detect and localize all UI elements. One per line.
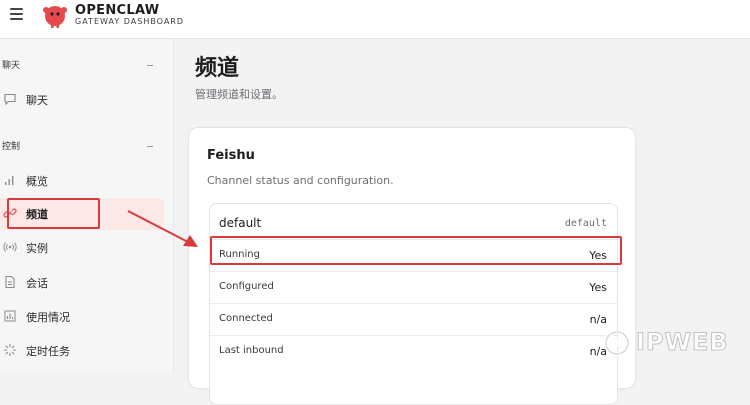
status-key: Last inbound: [219, 345, 284, 356]
status-key: Connected: [219, 313, 273, 324]
running-row-highlight-box: [210, 236, 622, 265]
account-status-panel: default default Running Yes Configured Y…: [209, 203, 618, 405]
account-id: default: [564, 218, 607, 229]
sidebar-item-label: 实例: [26, 242, 48, 255]
watermark-text: IPWEB: [636, 328, 729, 357]
account-name: default: [219, 216, 262, 230]
brand-title: OPENCLAW: [75, 3, 160, 18]
sidebar-highlight-box: [7, 198, 100, 229]
status-row-last-inbound: Last inbound n/a: [210, 335, 617, 368]
logo-icon: [43, 6, 67, 28]
sidebar-item-chat[interactable]: 聊天: [0, 84, 164, 116]
page-title: 频道: [195, 56, 240, 81]
sidebar-section-control-label: 控制: [2, 142, 21, 152]
chart-bars-icon: [4, 310, 16, 322]
annotation-arrow-icon: [127, 210, 198, 247]
card-title: Feishu: [207, 148, 255, 163]
loader-icon: [3, 343, 17, 357]
broadcast-icon: [3, 242, 17, 252]
status-value: Yes: [589, 281, 607, 294]
collapse-section-chat-icon[interactable]: [147, 65, 153, 66]
card-description: Channel status and configuration.: [207, 174, 394, 187]
sidebar-item-scheduled-tasks[interactable]: 定时任务: [0, 335, 164, 367]
chat-bubble-icon: [4, 93, 16, 106]
document-icon: [5, 275, 15, 289]
sidebar-item-label: 聊天: [26, 94, 48, 107]
sidebar-item-label: 使用情况: [26, 311, 70, 324]
top-bar: OPENCLAW GATEWAY DASHBOARD: [0, 0, 750, 39]
status-key: Configured: [219, 281, 274, 292]
brand-subtitle: GATEWAY DASHBOARD: [75, 17, 185, 26]
status-value: n/a: [589, 313, 607, 326]
sidebar-item-label: 定时任务: [26, 345, 70, 358]
sidebar-section-chat-label: 聊天: [2, 61, 21, 71]
status-row-connected: Connected n/a: [210, 303, 617, 336]
sidebar-item-overview[interactable]: 概览: [0, 165, 164, 197]
sidebar-item-label: 概览: [26, 175, 48, 188]
sidebar-item-usage[interactable]: 使用情况: [0, 301, 164, 333]
sidebar-item-sessions[interactable]: 会话: [0, 267, 164, 299]
watermark-logo-icon: [604, 330, 630, 356]
page-subtitle: 管理频道和设置。: [195, 88, 283, 101]
menu-icon[interactable]: [10, 8, 23, 20]
collapse-section-control-icon[interactable]: [147, 146, 153, 147]
bar-chart-icon: [5, 176, 14, 185]
status-row-configured: Configured Yes: [210, 271, 617, 304]
sidebar-item-label: 会话: [26, 277, 48, 290]
watermark: IPWEB: [596, 326, 746, 360]
